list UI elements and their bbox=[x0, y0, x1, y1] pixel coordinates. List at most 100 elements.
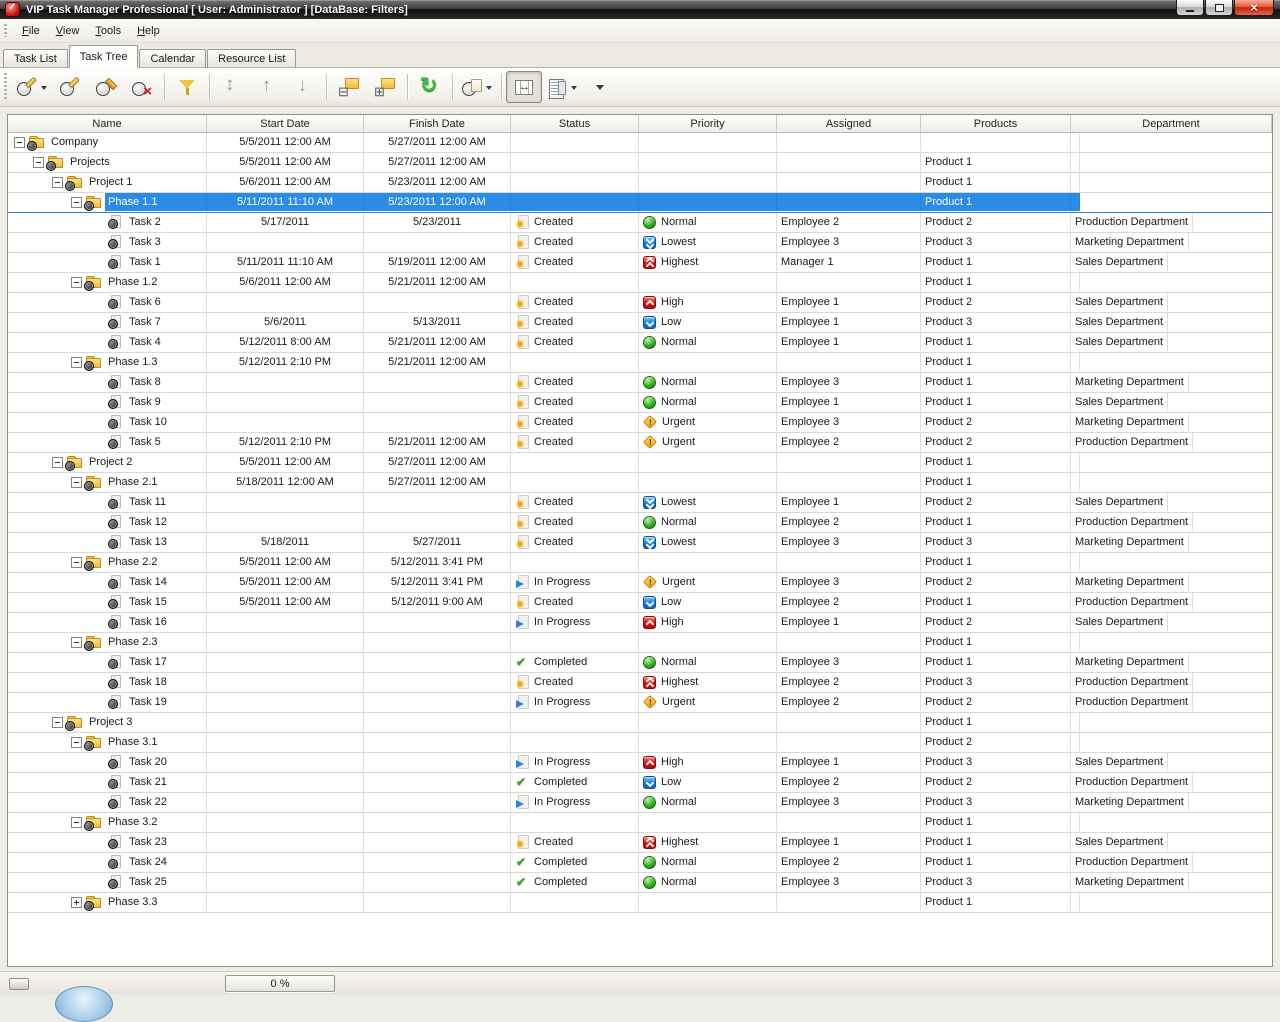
tree-row[interactable]: Task 6CreatedHighEmployee 1Product 2Sale… bbox=[8, 293, 1272, 313]
collapse-toggle[interactable] bbox=[71, 737, 82, 748]
tree-row[interactable]: Projects5/5/2011 12:00 AM5/27/2011 12:00… bbox=[8, 153, 1272, 173]
tree-row[interactable]: Phase 3.3Product 1 bbox=[8, 893, 1272, 913]
restore-button[interactable] bbox=[1205, 0, 1233, 16]
collapse-toggle[interactable] bbox=[71, 357, 82, 368]
collapse-toggle[interactable] bbox=[71, 477, 82, 488]
tree-row[interactable]: Task 11CreatedLowestEmployee 1Product 2S… bbox=[8, 493, 1272, 513]
tree-row[interactable]: Phase 1.15/11/2011 11:10 AM5/23/2011 12:… bbox=[8, 193, 1272, 213]
collapse-toggle[interactable] bbox=[71, 197, 82, 208]
tree-row[interactable]: Task 24CompletedNormalEmployee 2Product … bbox=[8, 853, 1272, 873]
fit-columns-width-button[interactable] bbox=[506, 71, 542, 103]
expand-all-button[interactable] bbox=[367, 71, 403, 103]
tree-row[interactable]: Task 75/6/20115/13/2011CreatedLowEmploye… bbox=[8, 313, 1272, 333]
tree-row[interactable]: Project 15/6/2011 12:00 AM5/23/2011 12:0… bbox=[8, 173, 1272, 193]
clock-overlay-icon bbox=[84, 281, 94, 291]
add-subtask-button[interactable] bbox=[52, 71, 88, 103]
move-task-up-button[interactable] bbox=[250, 71, 286, 103]
expand-toggle[interactable] bbox=[71, 897, 82, 908]
cell-finish-date bbox=[364, 633, 511, 651]
tree-row[interactable]: Task 25/17/20115/23/2011CreatedNormalEmp… bbox=[8, 213, 1272, 233]
tree-row[interactable]: Phase 1.25/6/2011 12:00 AM5/21/2011 12:0… bbox=[8, 273, 1272, 293]
toolbar-overflow-button[interactable] bbox=[582, 71, 618, 103]
filter-button[interactable] bbox=[169, 71, 205, 103]
close-button[interactable] bbox=[1234, 0, 1274, 16]
tree-row[interactable]: Phase 2.15/18/2011 12:00 AM5/27/2011 12:… bbox=[8, 473, 1272, 493]
collapse-toggle[interactable] bbox=[71, 557, 82, 568]
tree-row[interactable]: Task 17CompletedNormalEmployee 3Product … bbox=[8, 653, 1272, 673]
tree-row[interactable]: Task 22In ProgressNormalEmployee 3Produc… bbox=[8, 793, 1272, 813]
collapse-toggle[interactable] bbox=[71, 277, 82, 288]
collapse-toggle[interactable] bbox=[52, 177, 63, 188]
cell-finish-date bbox=[364, 773, 511, 791]
tree-row[interactable]: Task 145/5/2011 12:00 AM5/12/2011 3:41 P… bbox=[8, 573, 1272, 593]
column-header-priority[interactable]: Priority bbox=[639, 115, 777, 132]
tree-row[interactable]: Task 8CreatedNormalEmployee 3Product 1Ma… bbox=[8, 373, 1272, 393]
cell-status: In Progress bbox=[511, 753, 639, 771]
tree-row[interactable]: Task 9CreatedNormalEmployee 1Product 1Sa… bbox=[8, 393, 1272, 413]
tree-row[interactable]: Project 3Product 1 bbox=[8, 713, 1272, 733]
cell-department: Marketing Department bbox=[1071, 233, 1189, 251]
cell-priority: High bbox=[639, 753, 777, 771]
collapse-toggle[interactable] bbox=[71, 637, 82, 648]
tree-row[interactable]: Task 21CompletedLowEmployee 2Product 2Pr… bbox=[8, 773, 1272, 793]
tree-row[interactable]: Task 3CreatedLowestEmployee 3Product 3Ma… bbox=[8, 233, 1272, 253]
add-task-button[interactable] bbox=[12, 71, 52, 103]
cell-start-date bbox=[207, 673, 364, 691]
column-header-department[interactable]: Department bbox=[1071, 115, 1272, 132]
tab-resource-list[interactable]: Resource List bbox=[207, 49, 296, 68]
edit-task-button[interactable] bbox=[88, 71, 124, 103]
tree-row[interactable]: Phase 2.3Product 1 bbox=[8, 633, 1272, 653]
collapse-toggle[interactable] bbox=[52, 717, 63, 728]
minimize-button[interactable] bbox=[1176, 0, 1204, 16]
move-task-down-button[interactable] bbox=[286, 71, 322, 103]
in-progress-status-icon bbox=[515, 575, 529, 589]
task-report-button[interactable] bbox=[457, 71, 497, 103]
tree-row[interactable]: Task 155/5/2011 12:00 AM5/12/2011 9:00 A… bbox=[8, 593, 1272, 613]
menu-view[interactable]: View bbox=[48, 22, 88, 40]
column-header-finish-date[interactable]: Finish Date bbox=[364, 115, 511, 132]
tab-calendar[interactable]: Calendar bbox=[139, 49, 206, 68]
tree-row[interactable]: Task 25CompletedNormalEmployee 3Product … bbox=[8, 873, 1272, 893]
collapse-all-button[interactable] bbox=[331, 71, 367, 103]
column-header-start-date[interactable]: Start Date bbox=[207, 115, 364, 132]
tree-row[interactable]: Task 20In ProgressHighEmployee 1Product … bbox=[8, 753, 1272, 773]
menu-file[interactable]: File bbox=[14, 22, 48, 40]
customize-columns-button[interactable] bbox=[542, 71, 582, 103]
tree-row[interactable]: Phase 3.2Product 1 bbox=[8, 813, 1272, 833]
cell-products: Product 1 bbox=[921, 473, 1071, 491]
tree-row[interactable]: Task 15/11/2011 11:10 AM5/19/2011 12:00 … bbox=[8, 253, 1272, 273]
column-header-name[interactable]: Name bbox=[8, 115, 207, 132]
tree-row[interactable]: Task 55/12/2011 2:10 PM5/21/2011 12:00 A… bbox=[8, 433, 1272, 453]
move-task-button[interactable] bbox=[214, 71, 250, 103]
menu-tools[interactable]: Tools bbox=[87, 22, 129, 40]
tree-row[interactable]: Task 16In ProgressHighEmployee 1Product … bbox=[8, 613, 1272, 633]
tree-row[interactable]: Phase 2.25/5/2011 12:00 AM5/12/2011 3:41… bbox=[8, 553, 1272, 573]
tree-row[interactable]: Company5/5/2011 12:00 AM5/27/2011 12:00 … bbox=[8, 133, 1272, 153]
panel-toggle-icon[interactable] bbox=[9, 978, 29, 990]
column-header-status[interactable]: Status bbox=[511, 115, 639, 132]
column-header-assigned[interactable]: Assigned bbox=[777, 115, 921, 132]
collapse-toggle[interactable] bbox=[33, 157, 44, 168]
delete-task-button[interactable] bbox=[124, 71, 160, 103]
tree-row[interactable]: Task 135/18/20115/27/2011CreatedLowestEm… bbox=[8, 533, 1272, 553]
tab-task-tree[interactable]: Task Tree bbox=[69, 45, 139, 68]
collapse-toggle[interactable] bbox=[52, 457, 63, 468]
tree-row[interactable]: Phase 1.35/12/2011 2:10 PM5/21/2011 12:0… bbox=[8, 353, 1272, 373]
refresh-button[interactable] bbox=[412, 71, 448, 103]
tree-row[interactable]: Task 19In ProgressUrgentEmployee 2Produc… bbox=[8, 693, 1272, 713]
tree-row[interactable]: Task 12CreatedNormalEmployee 2Product 1P… bbox=[8, 513, 1272, 533]
tree-row[interactable]: Task 23CreatedHighestEmployee 1Product 1… bbox=[8, 833, 1272, 853]
menu-help[interactable]: Help bbox=[129, 22, 168, 40]
tree-row[interactable]: Task 18CreatedHighestEmployee 2Product 3… bbox=[8, 673, 1272, 693]
tree-row[interactable]: Phase 3.1Product 2 bbox=[8, 733, 1272, 753]
tree-row[interactable]: Task 10CreatedUrgentEmployee 3Product 2M… bbox=[8, 413, 1272, 433]
cell-name: Task 25 bbox=[8, 873, 207, 891]
tab-task-list[interactable]: Task List bbox=[3, 49, 68, 68]
tree-row[interactable]: Task 45/12/2011 8:00 AM5/21/2011 12:00 A… bbox=[8, 333, 1272, 353]
cell-finish-date: 5/21/2011 12:00 AM bbox=[364, 333, 511, 351]
collapse-toggle[interactable] bbox=[71, 817, 82, 828]
cell-name: Project 1 bbox=[8, 173, 207, 191]
collapse-toggle[interactable] bbox=[14, 137, 25, 148]
tree-row[interactable]: Project 25/5/2011 12:00 AM5/27/2011 12:0… bbox=[8, 453, 1272, 473]
column-header-products[interactable]: Products bbox=[921, 115, 1071, 132]
